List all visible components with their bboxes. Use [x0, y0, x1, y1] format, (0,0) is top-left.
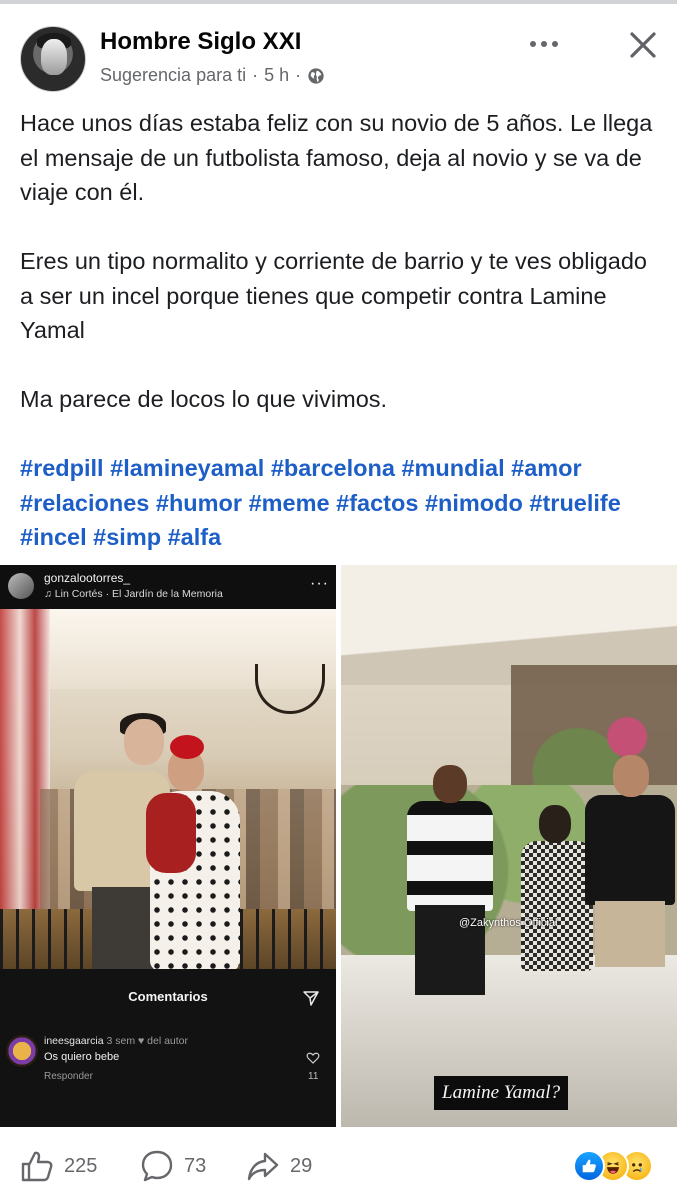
hashtag-link[interactable]: #amor	[511, 455, 582, 481]
shirt	[407, 801, 493, 911]
hashtag-link[interactable]: #truelife	[529, 490, 620, 516]
share-count: 29	[290, 1154, 313, 1177]
hashtag-link[interactable]: #barcelona	[271, 455, 395, 481]
comment-button[interactable]: 73	[140, 1148, 206, 1184]
page-name[interactable]: Hombre Siglo XXI	[100, 28, 301, 56]
dot	[530, 41, 536, 47]
comment-count: 73	[184, 1154, 207, 1177]
instagram-comments-panel: Comentarios ineesgaarcia 3 sem ♥ del aut…	[0, 969, 336, 1127]
share-button[interactable]: 29	[246, 1148, 312, 1184]
chandelier	[255, 664, 325, 714]
post-meta: Sugerencia para ti · 5 h ·	[100, 65, 325, 86]
photo-caption: Lamine Yamal?	[434, 1076, 569, 1110]
post-paragraph: Eres un tipo normalito y corriente de ba…	[20, 248, 647, 343]
comment-icon	[141, 1150, 173, 1182]
comment-age: 3 sem	[106, 1035, 136, 1047]
instagram-avatar	[8, 573, 34, 599]
head	[433, 765, 467, 803]
send-icon	[303, 991, 319, 1006]
shirt	[585, 795, 675, 905]
hashtag-link[interactable]: #lamineyamal	[110, 455, 264, 481]
hashtag-link[interactable]: #relaciones	[20, 490, 149, 516]
post-paragraph: Hace unos días estaba feliz con su novio…	[20, 110, 653, 205]
suggestion-label: Sugerencia para ti	[100, 65, 247, 85]
post-photo-right[interactable]: @Zakynthos Official Lamine Yamal?	[341, 565, 677, 1127]
woman-figure	[140, 729, 250, 971]
hashtag-link[interactable]: #nimodo	[425, 490, 523, 516]
hashtag-link[interactable]: #alfa	[168, 524, 222, 550]
hashtag-link[interactable]: #humor	[156, 490, 242, 516]
post-photo-left[interactable]: gonzalootorres_ ♫ Lin Cortés · El Jardín…	[0, 565, 336, 1127]
hair-flower	[170, 735, 204, 759]
post-time[interactable]: 5 h	[264, 65, 289, 86]
instagram-header: gonzalootorres_ ♫ Lin Cortés · El Jardín…	[0, 565, 336, 609]
dress	[521, 841, 593, 971]
feria-scene	[0, 609, 336, 977]
more-horizontal-icon[interactable]	[526, 34, 562, 54]
comment-reply: Responder	[44, 1071, 93, 1082]
photo-watermark: @Zakynthos Official	[459, 917, 558, 929]
like-reaction-icon	[573, 1150, 605, 1182]
hashtag-link[interactable]: #incel	[20, 524, 87, 550]
page-avatar[interactable]	[20, 26, 86, 92]
person-black-shirt	[585, 755, 675, 1055]
thumbs-up-icon	[582, 1159, 596, 1173]
dot	[541, 41, 547, 47]
close-icon[interactable]	[626, 28, 660, 62]
reaction-summary[interactable]	[573, 1150, 663, 1182]
meta-separator: ·	[295, 65, 302, 85]
author-badge: ♥ del autor	[137, 1035, 188, 1047]
comment-text: Os quiero bebe	[44, 1051, 120, 1063]
comment-like-count: 11	[308, 1071, 319, 1082]
heart-outline-icon	[306, 1052, 320, 1064]
top-divider	[0, 0, 677, 4]
post-paragraph: Ma parece de locos lo que vivimos.	[20, 386, 388, 412]
hashtag-list: #redpill #lamineyamal #barcelona #mundia…	[20, 451, 660, 555]
hashtag-link[interactable]: #meme	[249, 490, 330, 516]
commenter-line: ineesgaarcia 3 sem ♥ del autor	[44, 1035, 188, 1047]
commenter-avatar	[6, 1035, 38, 1067]
post-text: Hace unos días estaba feliz con su novio…	[20, 106, 660, 555]
globe-icon	[308, 67, 324, 84]
avatar-face	[41, 39, 67, 75]
share-icon	[247, 1152, 279, 1181]
shorts	[595, 901, 665, 967]
hashtag-link[interactable]: #mundial	[401, 455, 504, 481]
shawl	[146, 793, 196, 873]
instagram-song: ♫ Lin Cortés · El Jardín de la Memoria	[44, 588, 223, 600]
dot	[552, 41, 558, 47]
instagram-username: gonzalootorres_	[44, 571, 131, 585]
post-header: Hombre Siglo XXI Sugerencia para ti · 5 …	[0, 8, 677, 98]
hashtag-link[interactable]: #redpill	[20, 455, 104, 481]
meta-separator: ·	[252, 65, 259, 85]
head	[613, 755, 649, 797]
post-actions: 225 73 29	[0, 1136, 677, 1196]
head	[539, 805, 571, 843]
sad-face-icon	[632, 1163, 642, 1173]
like-count: 225	[64, 1154, 98, 1177]
like-button[interactable]: 225	[20, 1148, 97, 1184]
laughing-face-icon	[606, 1162, 620, 1174]
hashtag-link[interactable]: #factos	[336, 490, 418, 516]
hashtag-link[interactable]: #simp	[93, 524, 161, 550]
instagram-more-icon: ···	[310, 575, 329, 592]
thumbs-up-icon	[21, 1151, 53, 1182]
person-striped-shirt	[407, 765, 493, 1065]
commenter-username: ineesgaarcia	[44, 1035, 104, 1047]
comments-title: Comentarios	[128, 989, 208, 1004]
